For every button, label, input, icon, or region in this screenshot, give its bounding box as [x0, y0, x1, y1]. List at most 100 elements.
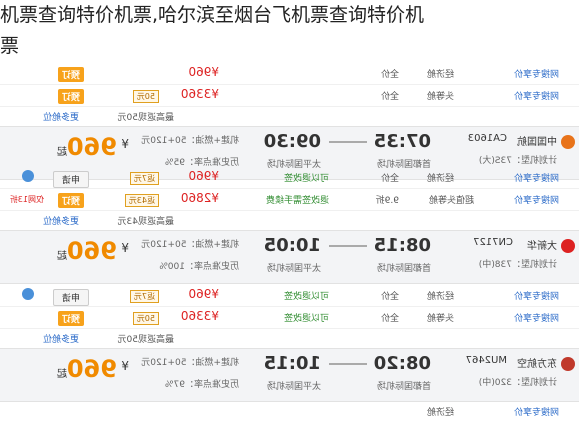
more-cabins-row: 最高返现43元 更多舱位 — [0, 210, 579, 230]
cashback-badge: 50元 — [132, 312, 159, 325]
plane-type: 计划机型：320(中) — [478, 378, 557, 388]
site-label[interactable]: 网搜专享价 — [514, 89, 559, 102]
cabin-price: ¥960 — [188, 287, 219, 301]
discount-label: 全价 — [380, 174, 399, 184]
book-button[interactable]: 预订 — [57, 67, 84, 82]
cabin-label: 头等舱 — [426, 314, 454, 324]
plane-type: 计划机型：738(中) — [478, 260, 557, 270]
arrow-right-icon — [329, 245, 367, 247]
more-cabins-link[interactable]: 更多舱位 — [43, 332, 79, 345]
site-label[interactable]: 网搜专享价 — [514, 171, 559, 184]
flight-results-list: 网搜专享价 经济舱 全价 ¥960 预订 网搜专享价 头等舱 全价 ¥3360 … — [0, 62, 579, 418]
lowest-price: 960 — [66, 237, 117, 265]
site-label[interactable]: 网搜专享价 — [514, 311, 559, 324]
flight-row[interactable]: 东方航空 MU2467 计划机型：320(中) 08:20 首都国际机场 10:… — [0, 348, 579, 402]
cashback-badge: 返43元 — [124, 194, 159, 207]
arrow-right-icon — [329, 141, 367, 143]
page-title-line-1: 机票查询特价机票,哈尔滨至烟台飞机票查询特价机 — [0, 4, 425, 26]
departure-time: 08:20 — [373, 353, 431, 374]
cabin-row: 网搜专享价 超值头等舱 9.9折 退改签需手续费 ¥2860 返43元 预订 仅… — [0, 188, 579, 211]
site-label[interactable]: 网搜专享价 — [514, 405, 559, 418]
airline-name: 东方航空 — [517, 359, 557, 370]
info-icon[interactable] — [22, 170, 34, 182]
refund-status: 退改签需手续费 — [265, 196, 329, 206]
cabin-row: 网搜专享价 头等舱 全价 可以退改签 ¥3360 50元 预订 — [0, 306, 579, 329]
airline-logo-icon — [561, 239, 575, 253]
apply-button[interactable]: 申请 — [52, 171, 89, 188]
ontime-rate: 历史准点率：97% — [164, 380, 239, 390]
discount-label: 全价 — [380, 314, 399, 324]
cashback-badge: 50元 — [132, 90, 159, 103]
departure-airport: 首都国际机场 — [376, 264, 431, 274]
max-cashback-note: 最高返现50元 — [117, 113, 174, 123]
lowest-price: 960 — [66, 133, 117, 161]
cabin-price: ¥2860 — [180, 191, 219, 205]
page-title: 机票查询特价机票,哈尔滨至烟台飞机票查询特价机 票 — [0, 0, 579, 62]
info-icon[interactable] — [22, 288, 34, 300]
cabin-row: 网搜专享价 经济舱 全价 ¥960 预订 — [0, 62, 579, 85]
airline-name: 大新华 — [527, 241, 557, 252]
lowest-price: 960 — [66, 355, 117, 383]
flight-row[interactable]: 大新华 CN7127 计划机型：738(中) 08:15 首都国际机场 10:0… — [0, 230, 579, 284]
refund-status: 可以退改签 — [283, 314, 329, 324]
site-label[interactable]: 网搜专享价 — [514, 289, 559, 302]
promo-label: 仅网13折 — [9, 195, 44, 204]
more-cabins-row: 最高返现50元 更多舱位 — [0, 106, 579, 126]
price-suffix: 起 — [57, 147, 67, 158]
book-button[interactable]: 预订 — [57, 193, 84, 208]
departure-time: 08:15 — [373, 235, 431, 256]
cabin-price: ¥960 — [188, 169, 219, 183]
departure-time: 07:35 — [373, 131, 431, 152]
airline-logo-icon — [561, 135, 575, 149]
max-cashback-note: 最高返现43元 — [117, 217, 174, 227]
arrival-airport: 太平国际机场 — [266, 382, 321, 392]
more-cabins-link[interactable]: 更多舱位 — [43, 110, 79, 123]
discount-label: 全价 — [380, 92, 399, 102]
arrival-time: 10:05 — [263, 235, 321, 256]
cabin-price: ¥3360 — [180, 309, 219, 323]
discount-label: 9.9折 — [375, 196, 399, 206]
departure-airport: 首都国际机场 — [376, 382, 431, 392]
discount-label: 全价 — [380, 70, 399, 80]
cabin-label: 经济舱 — [426, 174, 454, 184]
cabin-label: 头等舱 — [426, 92, 454, 102]
flight-code: CN7127 — [473, 237, 513, 248]
apply-button[interactable]: 申请 — [52, 289, 89, 306]
price-prefix: ¥ — [121, 137, 129, 151]
cabin-row: 网搜专享价 经济舱 全价 可以退改签 ¥960 返7元 申请 — [0, 166, 579, 189]
site-label[interactable]: 网搜专享价 — [514, 193, 559, 206]
max-cashback-note: 最高返现50元 — [117, 335, 174, 345]
cabin-price: ¥3360 — [180, 87, 219, 101]
ontime-rate: 历史准点率：100% — [159, 262, 239, 272]
cabin-price: ¥960 — [188, 65, 219, 79]
price-suffix: 起 — [57, 251, 67, 262]
flight-code: MU2467 — [465, 355, 507, 366]
price-suffix: 起 — [57, 369, 67, 380]
more-cabins-row: 最高返现50元 更多舱位 — [0, 328, 579, 348]
page-title-line-2: 票 — [0, 35, 20, 57]
arrow-right-icon — [329, 363, 367, 365]
discount-label: 全价 — [380, 292, 399, 302]
arrival-time: 10:15 — [263, 353, 321, 374]
cabin-row: 网搜专享价 头等舱 全价 ¥3360 50元 预订 — [0, 84, 579, 107]
cabin-row: 网搜专享价 经济舱 — [0, 400, 579, 422]
book-button[interactable]: 预订 — [57, 311, 84, 326]
cashback-badge: 返7元 — [129, 290, 159, 303]
airline-name: 中国国航 — [517, 137, 557, 148]
airline-logo-icon — [561, 357, 575, 371]
price-prefix: ¥ — [121, 359, 129, 373]
book-button[interactable]: 预订 — [57, 89, 84, 104]
cabin-label: 经济舱 — [426, 408, 454, 418]
tax-fee: 机建+燃油：50+120元 — [141, 358, 239, 368]
more-cabins-link[interactable]: 更多舱位 — [43, 214, 79, 227]
cabin-label: 经济舱 — [426, 292, 454, 302]
tax-fee: 机建+燃油：50+120元 — [141, 240, 239, 250]
price-prefix: ¥ — [121, 241, 129, 255]
plane-type: 计划机型：73S(大) — [478, 156, 557, 166]
site-label[interactable]: 网搜专享价 — [514, 67, 559, 80]
arrival-time: 09:30 — [263, 131, 321, 152]
refund-status: 可以退改签 — [283, 292, 329, 302]
cabin-row: 网搜专享价 经济舱 全价 可以退改签 ¥960 返7元 申请 — [0, 284, 579, 307]
tax-fee: 机建+燃油：50+120元 — [141, 136, 239, 146]
flight-code: CA1603 — [467, 133, 507, 144]
